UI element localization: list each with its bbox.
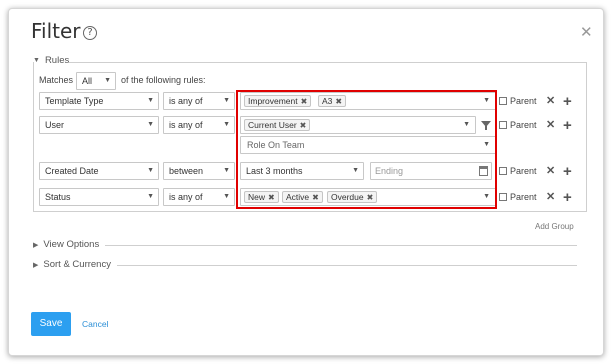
remove-rule-icon[interactable]: ✕ <box>546 190 555 203</box>
matches-label: Matches <box>39 75 74 85</box>
highlight-annotation <box>236 90 497 209</box>
save-button[interactable]: Save <box>31 312 71 336</box>
sort-currency-toggle[interactable]: ▶ Sort & Currency <box>33 259 111 270</box>
help-icon[interactable]: ? <box>83 26 97 40</box>
matches-select[interactable]: All ▼ <box>76 72 116 90</box>
sort-currency-divider <box>117 265 577 266</box>
rule-operator-select[interactable]: between ▼ <box>163 162 235 180</box>
add-rule-icon[interactable]: + <box>563 164 572 179</box>
matches-value: All <box>82 76 93 86</box>
rule-field-select[interactable]: User ▼ <box>39 116 159 134</box>
chevron-down-icon: ▼ <box>147 121 154 128</box>
rule-field-value: Created Date <box>45 166 99 176</box>
parent-label: Parent <box>510 120 537 130</box>
chevron-down-icon: ▼ <box>223 121 230 128</box>
rule-operator-select[interactable]: is any of ▼ <box>163 188 235 206</box>
view-options-divider <box>105 245 577 246</box>
rule-field-select[interactable]: Template Type ▼ <box>39 92 159 110</box>
close-icon[interactable]: ✕ <box>580 23 593 41</box>
filter-dialog: Filter ? ✕ ▼ Rules Matches All ▼ of the … <box>8 8 604 356</box>
chevron-down-icon: ▼ <box>147 193 154 200</box>
rule-operator-select[interactable]: is any of ▼ <box>163 116 235 134</box>
remove-rule-icon[interactable]: ✕ <box>546 94 555 107</box>
dialog-title: Filter <box>31 19 81 43</box>
add-group-link[interactable]: Add Group <box>535 222 574 231</box>
matches-suffix: of the following rules: <box>121 75 206 85</box>
parent-checkbox[interactable] <box>499 121 507 129</box>
parent-label: Parent <box>510 96 537 106</box>
rule-operator-value: is any of <box>169 120 203 130</box>
chevron-down-icon: ▼ <box>223 193 230 200</box>
rule-operator-value: is any of <box>169 96 203 106</box>
sort-currency-label: Sort & Currency <box>43 259 111 270</box>
chevron-right-icon: ▶ <box>33 241 39 249</box>
view-options-toggle[interactable]: ▶ View Options <box>33 239 99 250</box>
chevron-down-icon: ▼ <box>223 167 230 174</box>
view-options-label: View Options <box>43 239 100 250</box>
parent-label: Parent <box>510 166 537 176</box>
add-rule-icon[interactable]: + <box>563 190 572 205</box>
rule-field-select[interactable]: Created Date ▼ <box>39 162 159 180</box>
add-rule-icon[interactable]: + <box>563 118 572 133</box>
rule-field-value: User <box>45 120 65 130</box>
rule-operator-value: between <box>169 166 204 176</box>
chevron-right-icon: ▶ <box>33 261 39 269</box>
chevron-down-icon: ▼ <box>147 167 154 174</box>
parent-checkbox[interactable] <box>499 193 507 201</box>
parent-checkbox[interactable] <box>499 97 507 105</box>
chevron-down-icon: ▼ <box>147 97 154 104</box>
parent-checkbox[interactable] <box>499 167 507 175</box>
add-rule-icon[interactable]: + <box>563 94 572 109</box>
rule-operator-value: is any of <box>169 192 203 202</box>
rule-operator-select[interactable]: is any of ▼ <box>163 92 235 110</box>
rule-field-value: Status <box>45 192 71 202</box>
chevron-down-icon: ▼ <box>223 97 230 104</box>
rule-field-select[interactable]: Status ▼ <box>39 188 159 206</box>
remove-rule-icon[interactable]: ✕ <box>546 118 555 131</box>
cancel-button[interactable]: Cancel <box>82 319 108 329</box>
remove-rule-icon[interactable]: ✕ <box>546 164 555 177</box>
page-backdrop: Filter ? ✕ ▼ Rules Matches All ▼ of the … <box>0 0 614 364</box>
chevron-down-icon: ▼ <box>104 77 111 84</box>
rule-field-value: Template Type <box>45 96 104 106</box>
parent-label: Parent <box>510 192 537 202</box>
